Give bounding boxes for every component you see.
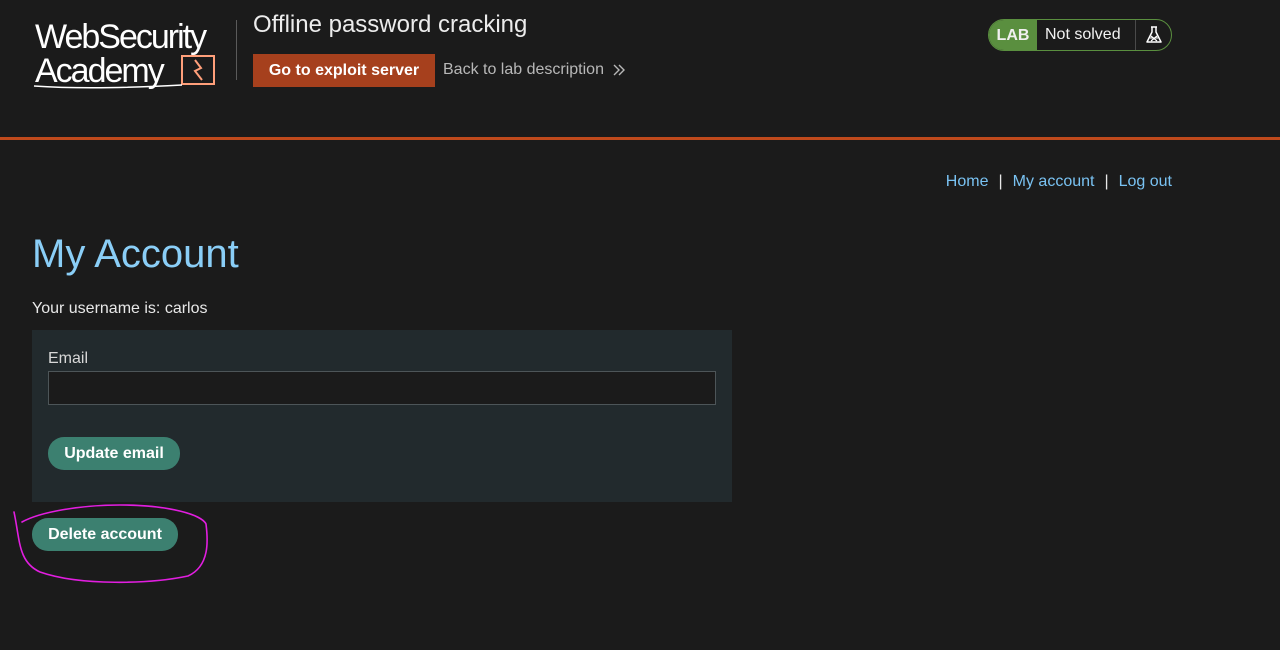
change-email-form: Email Update email (32, 330, 732, 502)
lab-status-text: Not solved (1045, 26, 1121, 43)
nav-separator: | (1104, 173, 1109, 190)
email-label: Email (48, 350, 89, 367)
nav-log-out-link[interactable]: Log out (1119, 173, 1172, 191)
update-email-button[interactable]: Update email (48, 437, 180, 470)
back-link-label: Back to lab description (443, 61, 604, 78)
page-title: My Account (32, 232, 239, 276)
lab-status-widget: LAB Not solved (988, 19, 1172, 51)
double-chevron-right-icon (613, 64, 625, 76)
lab-badge: LAB (989, 20, 1037, 50)
nav-separator: | (998, 173, 1003, 190)
go-to-exploit-server-button[interactable]: Go to exploit server (253, 54, 435, 87)
account-nav: Home | My account | Log out (946, 173, 1172, 191)
site-header: WebSecurity Academy Offline password cra… (0, 0, 1280, 140)
delete-account-button[interactable]: Delete account (32, 518, 178, 551)
nav-my-account-link[interactable]: My account (1013, 173, 1095, 191)
nav-home-link[interactable]: Home (946, 173, 989, 191)
lab-title: Offline password cracking (253, 11, 528, 38)
back-to-lab-description-link[interactable]: Back to lab description (443, 61, 626, 79)
flask-icon (1135, 20, 1171, 50)
email-field[interactable] (48, 371, 716, 405)
web-security-academy-logo[interactable]: WebSecurity Academy (32, 16, 236, 92)
logo-divider (236, 20, 237, 80)
logo-line-2: Academy (35, 52, 165, 90)
logo-line-1: WebSecurity (35, 18, 207, 56)
username-display: Your username is: carlos (32, 300, 208, 317)
